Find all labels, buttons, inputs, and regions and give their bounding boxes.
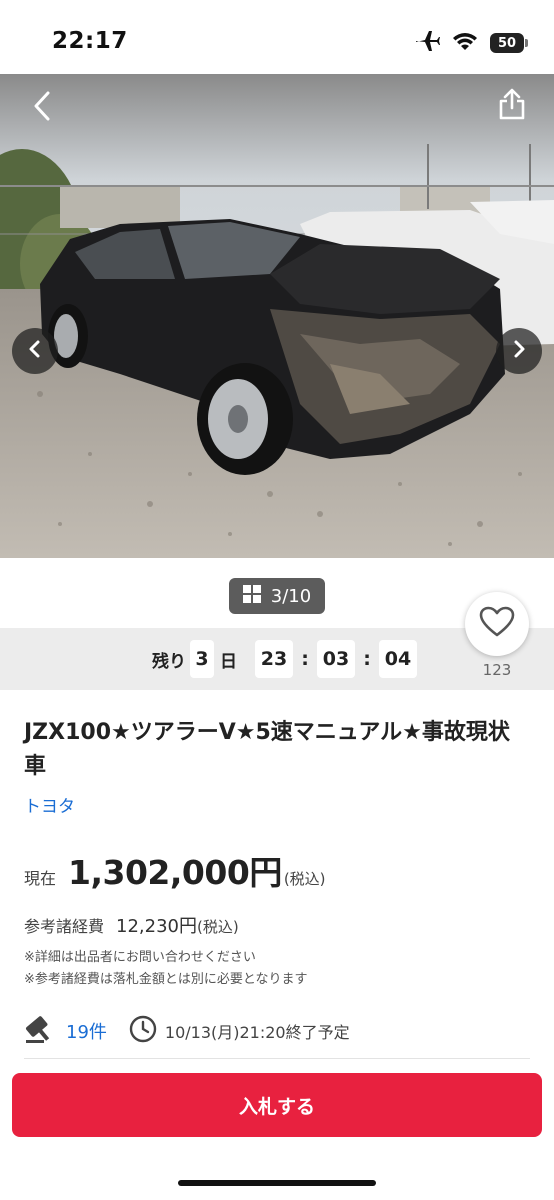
countdown-prefix: 残り [152,651,186,672]
price-label: 現在 [24,869,57,888]
bid-count-link[interactable]: 19件 [66,1018,107,1044]
fee-value: 12,230円 [116,916,197,937]
countdown-colon: : [363,648,371,670]
car-photo [0,74,554,558]
bid-button[interactable]: 入札する [12,1073,542,1137]
airplane-icon [414,30,440,56]
clock-icon [129,1015,157,1047]
status-bar: 22:17 50 [0,0,554,74]
countdown-minutes: 03 [317,640,355,678]
chevron-right-icon [512,339,526,363]
photo-counter-button[interactable]: 3/10 [229,578,325,614]
home-indicator[interactable] [178,1180,376,1186]
favorite-button[interactable] [465,592,529,656]
countdown-days-unit: 日 [220,651,237,672]
gavel-icon [24,1014,56,1048]
next-photo-button[interactable] [496,328,542,374]
end-time: 10/13(月)21:20終了予定 [164,1023,350,1042]
countdown-colon: : [301,648,309,670]
share-button[interactable] [492,86,532,126]
countdown-timer: 残り 3 日 23 : 03 : 04 [152,640,417,678]
status-icons: 50 [414,30,528,56]
share-icon [498,88,526,124]
auction-meta: 19件 10/13(月)21:20終了予定 [24,1014,350,1048]
countdown-days: 3 [190,640,214,678]
chevron-left-icon [32,91,52,125]
divider [24,1058,530,1059]
battery-indicator: 50 [490,33,528,53]
previous-photo-button[interactable] [12,328,58,374]
chevron-left-icon [28,339,42,363]
fee-label: 参考諸経費 [24,917,105,936]
favorite-count: 123 [482,661,512,679]
photo-counter-text: 3/10 [270,585,312,607]
price-tax-note: (税込) [283,870,326,888]
price-row: 現在 1,302,000円 (税込) [24,846,326,894]
fee-row: 参考諸経費 12,230円 (税込) [24,912,239,938]
fee-note: ※参考諸経費は落札金額とは別に必要となります [24,972,308,987]
brand-link[interactable]: トヨタ [24,792,75,817]
wifi-icon [452,31,478,55]
countdown-seconds: 04 [379,640,417,678]
current-price: 1,302,000円 [68,853,282,892]
battery-level: 50 [497,35,517,51]
fee-tax-note: (税込) [197,918,239,936]
heart-icon [479,606,515,642]
grid-icon [242,584,261,608]
countdown-hours: 23 [255,640,293,678]
listing-title: JZX100★ツアラーV★5速マニュアル★事故現状車 [24,720,510,779]
photo-gallery[interactable] [0,74,554,558]
status-time: 22:17 [52,28,128,54]
back-button[interactable] [22,88,62,128]
contact-seller-note: ※詳細は出品者にお問い合わせください [24,950,256,965]
